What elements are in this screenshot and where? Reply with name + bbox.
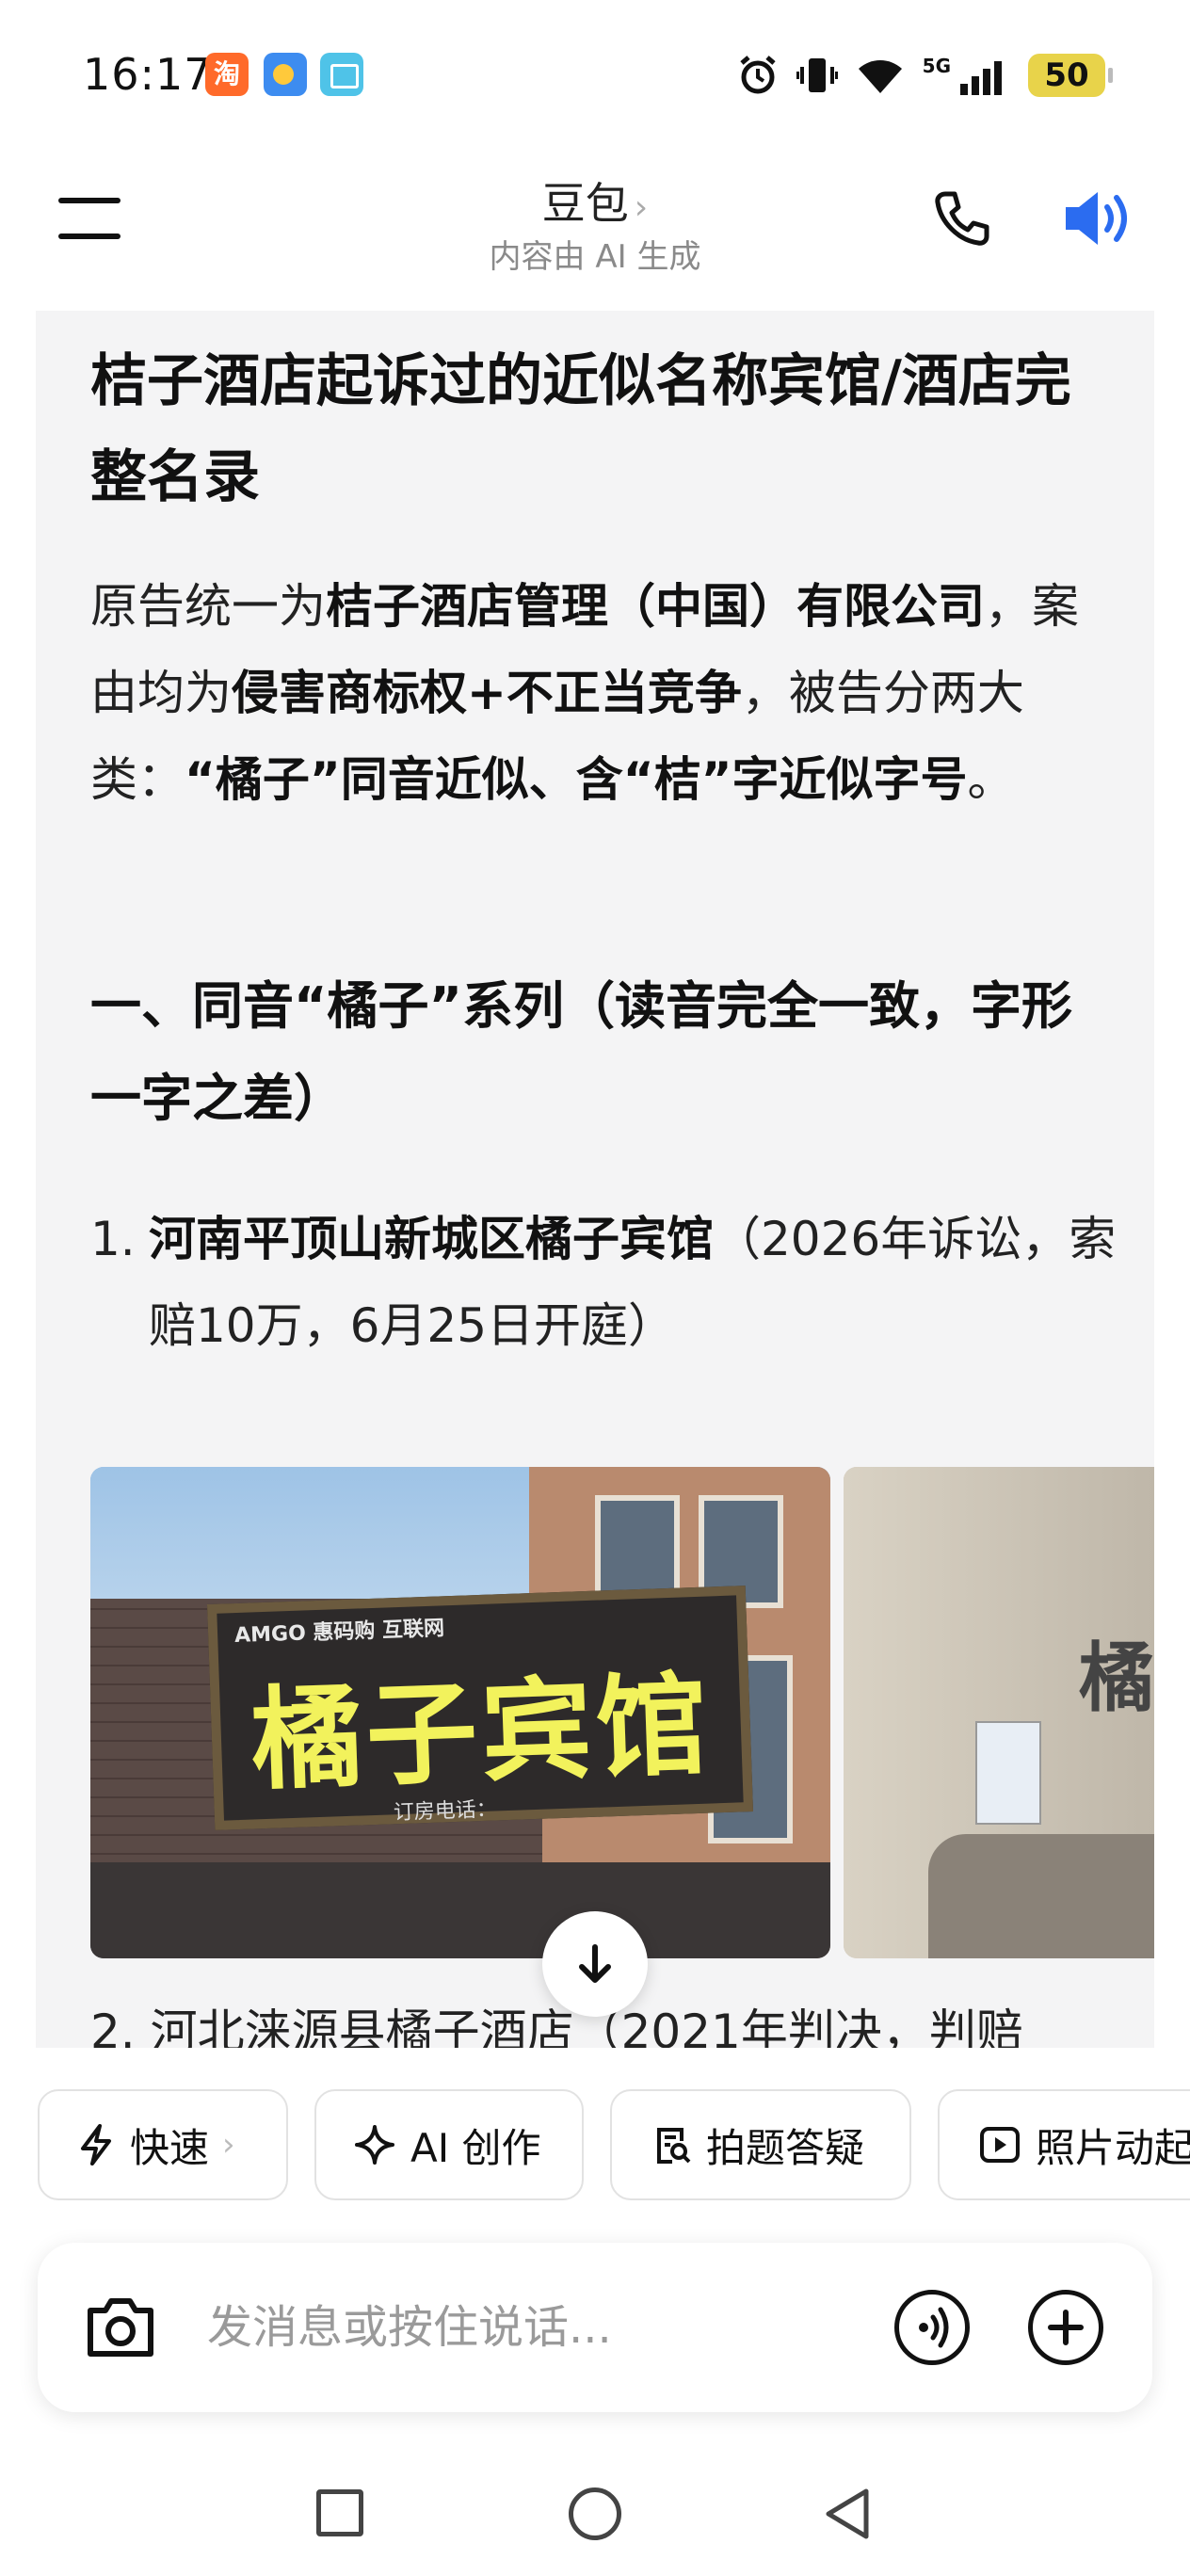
lightning-icon [81, 2124, 111, 2165]
chip-animate-photo[interactable]: 照片动起 [938, 2089, 1190, 2200]
back-icon[interactable] [821, 2486, 877, 2542]
sign-phone-text: 订房电话： [393, 1797, 498, 1826]
signal-icon [958, 56, 1011, 95]
chip-fast[interactable]: 快速 › [38, 2089, 288, 2200]
para-bold: “橘子”同音近似、含“桔”字近似字号 [185, 752, 968, 807]
scroll-down-button[interactable] [542, 1911, 648, 2017]
sign-brand-text: AMGO 惠码购 互联网 [233, 1617, 445, 1649]
section-heading: 一、同音“橘子”系列（读音完全一致，字形一字之差） [90, 976, 1072, 1128]
network-label: 5G [922, 55, 951, 77]
weather-icon [264, 53, 307, 96]
header-title-text: 豆包 [541, 178, 629, 229]
chevron-right-icon: › [222, 2126, 235, 2164]
wifi-icon [855, 56, 906, 95]
message-input-bar [38, 2243, 1152, 2412]
voice-input-button[interactable] [894, 2290, 970, 2365]
hotel-sign-photo[interactable]: AMGO 惠码购 互联网 橘子宾馆 订房电话： [90, 1467, 830, 1958]
play-icon [980, 2127, 1020, 2163]
chip-label: 照片动起 [1036, 2124, 1190, 2171]
arrow-down-icon [579, 1944, 611, 1983]
chip-ai-create[interactable]: AI 创作 [314, 2089, 584, 2200]
message-input[interactable] [207, 2297, 885, 2358]
answer-heading: 桔子酒店起诉过的近似名称宾馆/酒店完整名录 [90, 348, 1071, 510]
plus-icon [1048, 2310, 1084, 2345]
header-title[interactable]: 豆包 › [0, 169, 1190, 232]
chip-label: 快速 [130, 2124, 210, 2171]
chip-label: 拍题答疑 [706, 2124, 865, 2171]
camera-icon[interactable] [83, 2292, 158, 2363]
chip-label: AI 创作 [410, 2124, 541, 2171]
book-icon [320, 53, 363, 96]
chip-photo-question[interactable]: 拍题答疑 [610, 2089, 911, 2200]
battery-indicator: 50 [1028, 54, 1113, 97]
chat-header: 豆包 › 内容由 AI 生成 [0, 151, 1190, 301]
status-icons: 5G 50 [736, 49, 1113, 102]
lobby-sign-text: 橘 [1079, 1634, 1154, 1722]
list-number: 1. [90, 1212, 136, 1266]
doc-search-icon [657, 2128, 691, 2164]
app-screen: 16:17 淘 5G 50 豆包 › 内容由 AI 生成 桔子酒店起诉过的近似名… [0, 0, 1190, 2576]
hotel-signboard: AMGO 惠码购 互联网 橘子宾馆 订房电话： [206, 1586, 754, 1830]
answer-paragraph: 原告统一为桔子酒店管理（中国）有限公司，案由均为侵害商标权+不正当竞争，被告分两… [90, 563, 1117, 823]
phone-icon[interactable] [932, 188, 992, 249]
chevron-right-icon: › [634, 188, 649, 227]
quick-actions-bar: 快速 › AI 创作 拍题答疑 照片动起 [0, 2085, 1190, 2208]
hotel-lobby-photo[interactable]: 橘 [844, 1467, 1154, 1958]
sign-main-text: 橘子宾馆 [249, 1659, 714, 1806]
speaker-icon[interactable] [1062, 185, 1137, 252]
plus-button[interactable] [1028, 2290, 1103, 2365]
status-bar: 16:17 淘 5G 50 [0, 0, 1190, 141]
para-text: 原告统一为 [90, 579, 326, 634]
ai-disclaimer: 内容由 AI 生成 [489, 238, 701, 276]
sparkle-icon [355, 2125, 394, 2165]
list-item-title: 河南平顶山新城区橘子宾馆 [149, 1212, 714, 1266]
sound-wave-icon [919, 2307, 949, 2348]
home-icon[interactable] [569, 2487, 621, 2540]
para-bold: 侵害商标权+不正当竞争 [232, 666, 742, 720]
status-time: 16:17 [83, 49, 213, 100]
para-text: 。 [967, 752, 1015, 807]
recents-icon[interactable] [316, 2489, 363, 2536]
vibrate-icon [796, 54, 838, 97]
para-bold: 桔子酒店管理（中国）有限公司 [326, 579, 985, 634]
taobao-icon: 淘 [205, 53, 249, 96]
alarm-icon [736, 54, 780, 97]
system-nav-bar [0, 2448, 1190, 2576]
